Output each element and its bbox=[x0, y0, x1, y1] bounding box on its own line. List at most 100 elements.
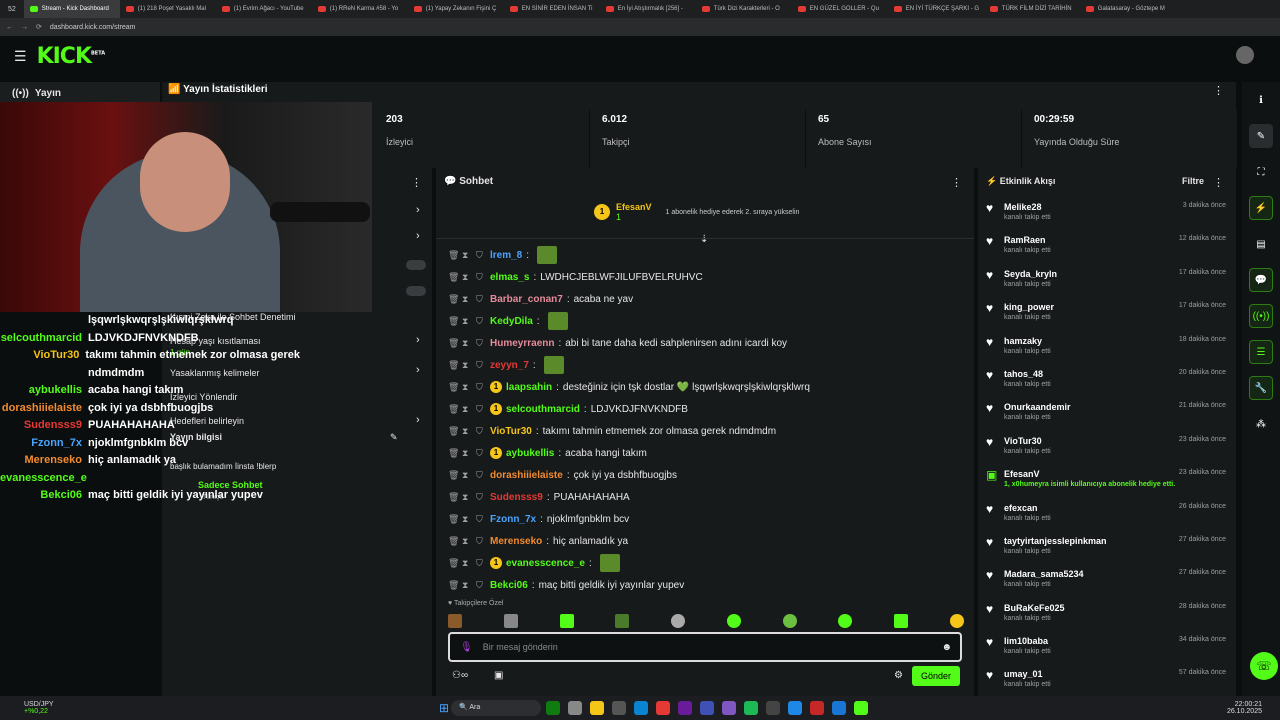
chevron-right-icon[interactable]: › bbox=[416, 230, 420, 242]
emote-icon[interactable] bbox=[894, 614, 909, 628]
app-icon[interactable] bbox=[612, 701, 627, 715]
browser-tab[interactable]: EN GÜZEL GOLLER - Qu bbox=[792, 0, 888, 18]
timeout-icon[interactable]: ⧗ bbox=[462, 558, 472, 569]
emote-icon[interactable] bbox=[949, 614, 964, 628]
chat-message[interactable]: 🗑 ⧗ ⛉ 1 laapsahin: desteğiniz için tşk dostla… bbox=[436, 376, 974, 398]
app-icon[interactable] bbox=[766, 701, 781, 715]
mic-icon[interactable]: 🎙 bbox=[460, 642, 473, 653]
chat-message[interactable]: 🗑 ⧗ ⛉ lrem_8: bbox=[436, 244, 974, 266]
trash-icon[interactable]: 🗑 bbox=[448, 360, 459, 371]
event-user[interactable]: taytyirtanjesslepinkman bbox=[1004, 536, 1107, 546]
activity-event[interactable]: ♥ BuRaKeFe025 kanalı takip etti 28 dakika ö… bbox=[978, 597, 1236, 630]
chat-username[interactable]: zeyyn_7 bbox=[490, 360, 529, 371]
timeout-icon[interactable]: ⧗ bbox=[462, 426, 472, 437]
timeout-icon[interactable]: ⧗ bbox=[462, 272, 472, 283]
emote-icon[interactable] bbox=[726, 614, 741, 628]
chat-username[interactable]: Barbar_conan7 bbox=[490, 294, 563, 305]
browser-tab[interactable]: Stream - Kick Dashboard bbox=[23, 0, 120, 18]
timeout-icon[interactable]: ⧗ bbox=[462, 448, 472, 459]
activity-event[interactable]: ♥ Melike28 kanalı takip etti 3 dakika önce bbox=[978, 196, 1236, 229]
ban-icon[interactable]: ⛉ bbox=[476, 514, 486, 525]
emote-icon[interactable] bbox=[615, 614, 630, 628]
activity-event[interactable]: ♥ Madara_sama5234 kanalı takip etti 27 daki… bbox=[978, 563, 1236, 596]
chat-message[interactable]: 🗑 ⧗ ⛉ Humeyrraenn: abi bi tane daha kedi sah… bbox=[436, 332, 974, 354]
emoji-icon[interactable]: ☻ bbox=[941, 642, 952, 653]
ban-icon[interactable]: ⛉ bbox=[476, 338, 486, 349]
timeout-icon[interactable]: ⧗ bbox=[462, 404, 472, 415]
browser-tab[interactable]: (1) 218 Poşet Yasaklı Mal bbox=[120, 0, 216, 18]
trash-icon[interactable]: 🗑 bbox=[448, 492, 459, 503]
chat-icon[interactable]: 💬 bbox=[1249, 268, 1273, 292]
support-icon[interactable]: ☏ bbox=[1250, 652, 1278, 680]
activity-event[interactable]: ♥ lim10baba kanalı takip etti 34 dakika önc… bbox=[978, 630, 1236, 663]
event-user[interactable]: BuRaKeFe025 bbox=[1004, 603, 1065, 613]
trash-icon[interactable]: 🗑 bbox=[448, 382, 459, 393]
activity-event[interactable]: ♥ efexcan kanalı takip etti 26 dakika önce bbox=[978, 497, 1236, 530]
chat-message[interactable]: 🗑 ⧗ ⛉ Bekci06: maç bitti geldik iyi yayınlar… bbox=[436, 574, 974, 596]
ban-icon[interactable]: ⛉ bbox=[476, 558, 486, 569]
toggle-1[interactable] bbox=[406, 260, 426, 270]
app-icon[interactable] bbox=[788, 701, 803, 715]
trash-icon[interactable]: 🗑 bbox=[448, 272, 459, 283]
broadcast-icon[interactable]: ((•)) bbox=[1249, 304, 1273, 328]
chat-username[interactable]: VioTur30 bbox=[490, 426, 532, 437]
timeout-icon[interactable]: ⧗ bbox=[462, 360, 472, 371]
chat-username[interactable]: Bekci06 bbox=[490, 580, 528, 591]
gear-icon[interactable]: ⚙ bbox=[894, 670, 903, 681]
folder-icon[interactable] bbox=[590, 701, 605, 715]
emote-icon[interactable] bbox=[838, 614, 853, 628]
activity-event[interactable]: ▣ EfesanV 1, x0humeyra isimli kullanıcıya … bbox=[978, 463, 1236, 496]
activity-event[interactable]: ♥ Onurkaandemir kanalı takip etti 21 dakika… bbox=[978, 396, 1236, 429]
chat-username[interactable]: selcouthmarcid bbox=[506, 404, 580, 415]
event-user[interactable]: umay_01 bbox=[1004, 669, 1051, 679]
edit-icon[interactable]: ✎ bbox=[1249, 124, 1273, 148]
event-user[interactable]: Madara_sama5234 bbox=[1004, 569, 1084, 579]
activity-event[interactable]: ♥ hamzaky kanalı takip etti 18 dakika önce bbox=[978, 330, 1236, 363]
ban-icon[interactable]: ⛉ bbox=[476, 426, 486, 437]
tab-count[interactable]: 52 bbox=[0, 6, 24, 13]
activity-event[interactable]: ♥ taytyirtanjesslepinkman kanalı takip ett… bbox=[978, 530, 1236, 563]
chat-message[interactable]: 🗑 ⧗ ⛉ Barbar_conan7: acaba ne yav bbox=[436, 288, 974, 310]
trash-icon[interactable]: 🗑 bbox=[448, 250, 459, 261]
timeout-icon[interactable]: ⧗ bbox=[462, 338, 472, 349]
activity-event[interactable]: ♥ VioTur30 kanalı takip etti 23 dakika önce bbox=[978, 430, 1236, 463]
scan-icon[interactable]: ⛶ bbox=[1249, 160, 1273, 184]
chat-username[interactable]: aybukellis bbox=[506, 448, 554, 459]
timeout-icon[interactable]: ⧗ bbox=[462, 536, 472, 547]
browser-tab[interactable]: Türk Dizi Karakterleri - O bbox=[696, 0, 792, 18]
emote-icon[interactable] bbox=[448, 614, 462, 628]
edge-icon[interactable] bbox=[634, 701, 649, 715]
chat-message[interactable]: 🗑 ⧗ ⛉ dorashiiielaiste: çok iyi ya dsbhfbuog… bbox=[436, 464, 974, 486]
browser-tab[interactable]: (1) Yapay Zekanın Fişini Ç bbox=[408, 0, 504, 18]
ban-icon[interactable]: ⛉ bbox=[476, 536, 486, 547]
trash-icon[interactable]: 🗑 bbox=[448, 338, 459, 349]
event-user[interactable]: Onurkaandemir bbox=[1004, 402, 1071, 412]
event-user[interactable]: Melike28 bbox=[1004, 202, 1051, 212]
app-icon[interactable] bbox=[568, 701, 583, 715]
emote-icon[interactable] bbox=[559, 614, 574, 628]
ban-icon[interactable]: ⛉ bbox=[476, 250, 486, 261]
toggle-2[interactable] bbox=[406, 286, 426, 296]
event-user[interactable]: king_power bbox=[1004, 302, 1054, 312]
sidebar-item-yayin[interactable]: ((•)) Yayın bbox=[0, 82, 160, 104]
chevron-right-icon[interactable]: › bbox=[416, 364, 420, 376]
app-icon[interactable] bbox=[546, 701, 561, 715]
kick-logo[interactable]: KICKBETA bbox=[37, 44, 106, 69]
app-icon[interactable] bbox=[700, 701, 715, 715]
timeout-icon[interactable]: ⧗ bbox=[462, 492, 472, 503]
chat-message[interactable]: 🗑 ⧗ ⛉ 1 aybukellis: acaba hangi takım bbox=[436, 442, 974, 464]
ticker-widget[interactable]: USD/JPY +%0,22 bbox=[0, 701, 120, 715]
chat-username[interactable]: laapsahin bbox=[506, 382, 552, 393]
chat-username[interactable]: Fzonn_7x bbox=[490, 514, 536, 525]
app-icon[interactable] bbox=[656, 701, 671, 715]
trash-icon[interactable]: 🗑 bbox=[448, 448, 459, 459]
chat-username[interactable]: dorashiiielaiste bbox=[490, 470, 563, 481]
chat-username[interactable]: Merenseko bbox=[490, 536, 542, 547]
people-icon[interactable]: ⚇∞ bbox=[452, 670, 468, 681]
avatar[interactable] bbox=[1236, 46, 1254, 64]
emote-icon[interactable] bbox=[782, 614, 797, 628]
timeout-icon[interactable]: ⧗ bbox=[462, 382, 472, 393]
apps-icon[interactable]: ⁂ bbox=[1249, 412, 1273, 436]
app-icon[interactable] bbox=[678, 701, 693, 715]
clock[interactable]: 22:00:21 26.10.2025 bbox=[1190, 701, 1280, 715]
